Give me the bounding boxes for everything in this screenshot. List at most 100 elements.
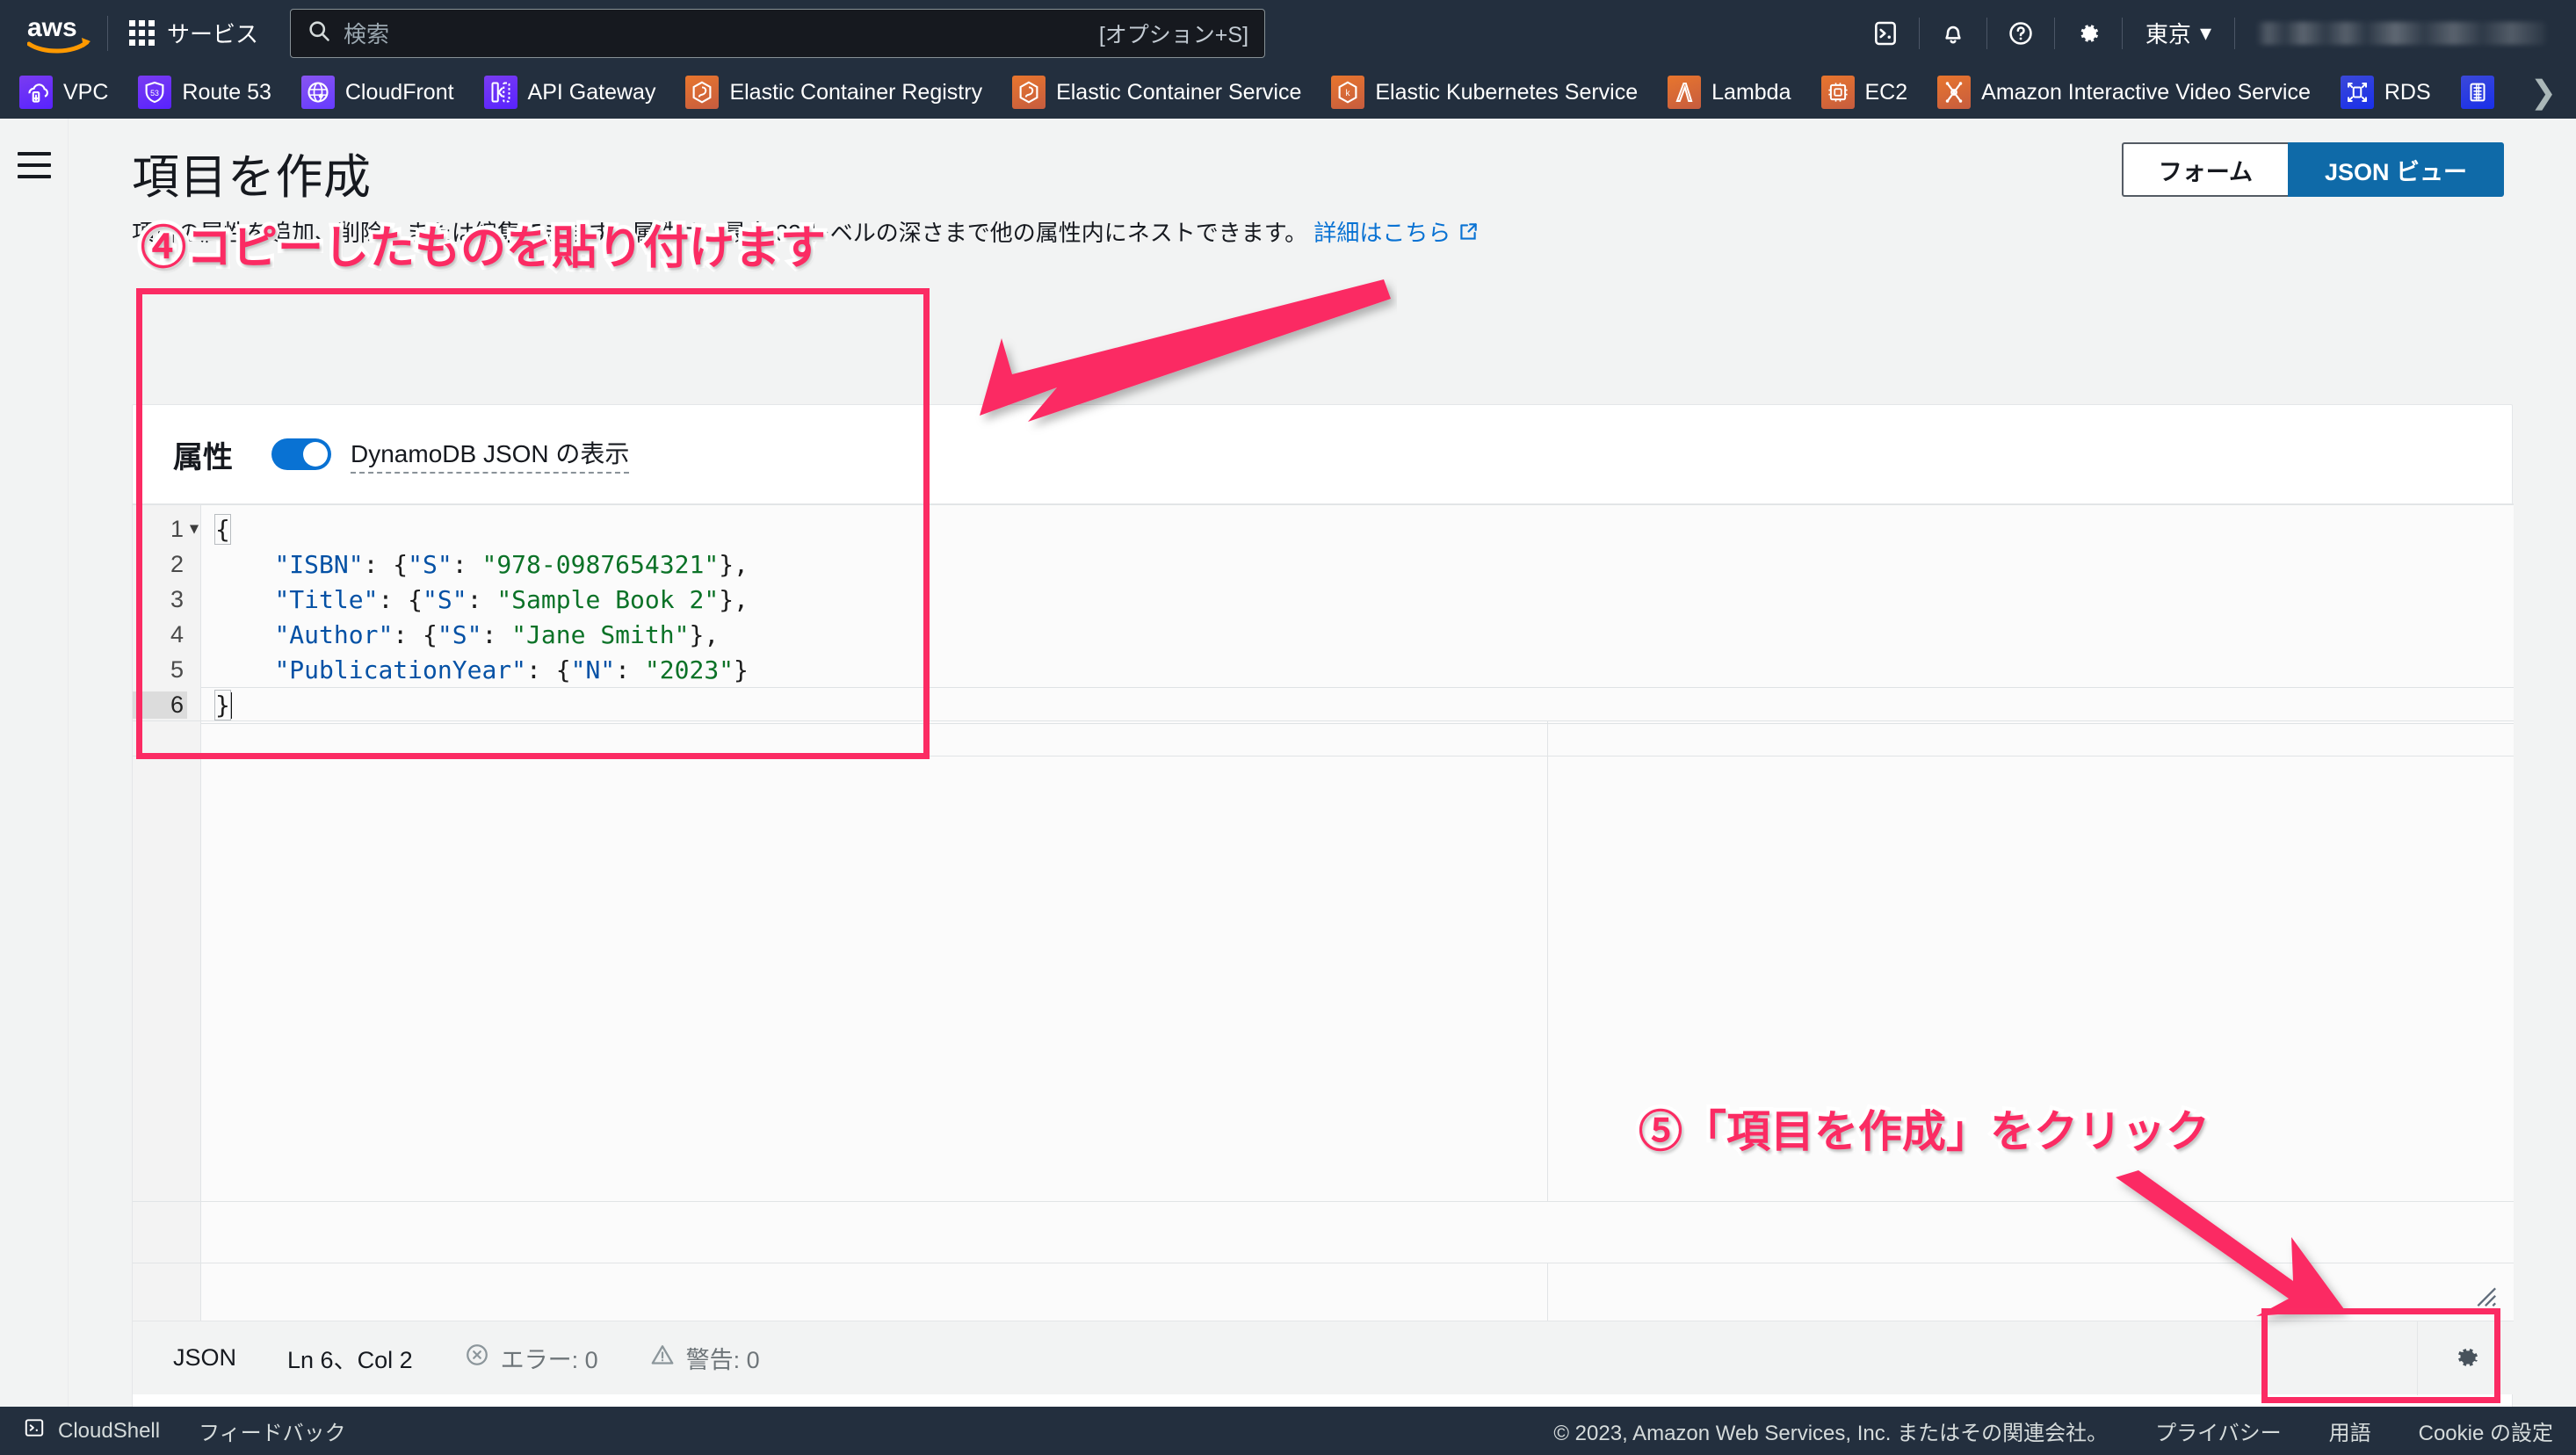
editor-line[interactable]: 2 "ISBN": {"S": "978-0987654321"}, <box>133 547 2514 582</box>
editor-rule <box>133 1201 2514 1202</box>
sidebar-collapsed <box>0 119 69 1407</box>
ecr-icon <box>685 76 720 109</box>
lambda-icon <box>1668 76 1702 109</box>
ivs-icon <box>1937 76 1972 109</box>
service-shortcut-api-gateway[interactable]: API Gateway <box>483 76 656 109</box>
service-shortcut-label: Elastic Kubernetes Service <box>1375 79 1639 105</box>
warning-icon <box>649 1342 676 1374</box>
learn-more-link[interactable]: 詳細はこちら <box>1313 220 1451 246</box>
page-title: 項目を作成 <box>132 151 372 204</box>
aws-logo[interactable]: aws <box>18 13 102 54</box>
service-shortcut-label: CloudFront <box>344 79 454 105</box>
editor-code-lines[interactable]: 1 ▼{2 "ISBN": {"S": "978-0987654321"}, 3 "… <box>133 511 2514 724</box>
cloudshell-icon[interactable] <box>1852 0 1919 66</box>
editor-rule <box>133 504 2514 505</box>
status-warnings: 警告: 0 <box>649 1341 760 1375</box>
editor-line[interactable]: 1 ▼ { <box>133 511 2514 547</box>
footer-bar: CloudShell フィードバック © 2023, Amazon Web Se… <box>0 1407 2576 1455</box>
dynamodb-json-toggle[interactable]: DynamoDB JSON の表示 <box>271 435 630 474</box>
editor-vertical-divider <box>1547 720 1548 1201</box>
service-shortcut-label: Lambda <box>1711 79 1791 105</box>
service-shortcut-elastic-container-service[interactable]: Elastic Container Service <box>1012 76 1301 109</box>
apigateway-icon <box>483 76 517 109</box>
top-navigation-bar: aws サービス 検索 [オプション+S] 東京 ▾ <box>0 0 2576 66</box>
footer-privacy-link[interactable]: プライバシー <box>2155 1415 2282 1446</box>
service-shortcut-elastic-kubernetes-service[interactable]: k Elastic Kubernetes Service <box>1331 76 1638 109</box>
editor-line[interactable]: 6} <box>133 687 2514 724</box>
page-description: 項目の属性を追加、削除、または編集できます。属性は、最大 32 レベルの深さまで… <box>132 215 1480 250</box>
editor-line[interactable]: 4 "Author": {"S": "Jane Smith"}, <box>133 617 2514 652</box>
service-shortcut-amazon-interactive-video-service[interactable]: Amazon Interactive Video Service <box>1937 76 2311 109</box>
chevron-right-icon[interactable]: ❯ <box>2530 74 2557 111</box>
waffle-grid-icon <box>129 20 155 46</box>
cloudfront-icon <box>300 76 335 109</box>
service-shortcut-rds[interactable]: RDS <box>2340 76 2431 109</box>
svg-text:k: k <box>1346 89 1351 98</box>
cloudshell-icon <box>23 1416 46 1445</box>
service-shortcut-label: Route 53 <box>182 79 271 105</box>
external-link-icon <box>1457 221 1480 250</box>
eks-icon: k <box>1331 76 1365 109</box>
footer-cloudshell-button[interactable]: CloudShell <box>23 1416 160 1445</box>
editor-line-content: "ISBN": {"S": "978-0987654321"}, <box>274 549 749 579</box>
app-root: aws サービス 検索 [オプション+S] 東京 ▾ VPC 53 Route … <box>0 0 2576 1455</box>
editor-line-content: } <box>214 689 232 720</box>
gear-icon[interactable] <box>2417 1321 2514 1395</box>
settings-icon[interactable] <box>2055 0 2122 66</box>
top-nav-right-group: 東京 ▾ <box>1852 0 2576 66</box>
service-shortcut-label: EC2 <box>1864 79 1908 105</box>
svg-text:aws: aws <box>27 13 77 42</box>
status-warnings-label: 警告: 0 <box>685 1347 760 1373</box>
footer-terms-link[interactable]: 用語 <box>2329 1415 2371 1446</box>
services-menu-button[interactable]: サービス <box>113 9 274 57</box>
error-icon <box>464 1342 490 1374</box>
service-shortcut-label: RDS <box>2384 79 2431 105</box>
editor-line[interactable]: 3 "Title": {"S": "Sample Book 2"}, <box>133 582 2514 617</box>
attributes-card-header: 属性 DynamoDB JSON の表示 <box>133 405 2512 503</box>
help-icon[interactable] <box>1987 0 2054 66</box>
service-shortcut-label: Elastic Container Registry <box>729 79 983 105</box>
service-shortcut-ec2[interactable]: EC2 <box>1820 76 1908 109</box>
status-errors-label: エラー: 0 <box>500 1347 598 1373</box>
tab-form-view[interactable]: フォーム <box>2121 142 2288 197</box>
service-shortcut-elastic-container-registry[interactable]: Elastic Container Registry <box>685 76 982 109</box>
nav-divider <box>2234 17 2235 49</box>
editor-line-content: { <box>214 513 231 545</box>
page-description-text: 項目の属性を追加、削除、または編集できます。属性は、最大 32 レベルの深さまで… <box>132 220 1308 246</box>
tab-json-view[interactable]: JSON ビュー <box>2287 142 2504 197</box>
editor-line[interactable]: 5 "PublicationYear": {"N": "2023"} <box>133 652 2514 687</box>
global-search-box[interactable]: 検索 [オプション+S] <box>290 8 1266 58</box>
toggle-switch[interactable] <box>271 438 331 470</box>
service-shortcut-vpc[interactable]: VPC <box>19 76 108 109</box>
footer-cookie-link[interactable]: Cookie の設定 <box>2419 1415 2553 1446</box>
editor-resize-handle[interactable] <box>2468 1278 2498 1308</box>
fold-arrow-icon[interactable]: ▼ <box>187 520 201 538</box>
editor-line-number: 3 <box>170 585 184 612</box>
view-mode-toggle: フォーム JSON ビュー <box>2121 142 2504 197</box>
editor-vertical-divider <box>1547 1263 1548 1321</box>
service-shortcut-cloudfront[interactable]: CloudFront <box>300 76 454 109</box>
editor-line-number: 5 <box>170 655 184 683</box>
dynamodb-json-toggle-label: DynamoDB JSON の表示 <box>351 435 630 474</box>
editor-line-number: 1 <box>170 515 184 542</box>
services-label: サービス <box>167 21 259 47</box>
service-shortcut-route-53[interactable]: 53 Route 53 <box>138 76 271 109</box>
region-label: 東京 <box>2145 21 2191 47</box>
region-selector[interactable]: 東京 ▾ <box>2123 0 2234 66</box>
nav-divider <box>107 15 108 51</box>
attributes-card: 属性 DynamoDB JSON の表示 1 ▼ {2 "ISBN": {"S": … <box>132 404 2514 1415</box>
bell-icon[interactable] <box>1920 0 1986 66</box>
json-code-editor[interactable]: 1 ▼{2 "ISBN": {"S": "978-0987654321"}, 3 "… <box>133 503 2514 1321</box>
menu-icon[interactable] <box>17 152 51 1407</box>
service-shortcut-dynamodb[interactable] <box>2460 76 2494 109</box>
status-cursor-position: Ln 6、Col 2 <box>287 1347 413 1373</box>
service-shortcut-bar: VPC 53 Route 53 CloudFront API Gateway Elasti… <box>0 66 2576 119</box>
service-shortcut-label: API Gateway <box>527 79 656 105</box>
editor-line-number: 6 <box>133 691 187 719</box>
rds-icon <box>2340 76 2374 109</box>
account-menu-redacted[interactable] <box>2256 21 2546 45</box>
editor-line-number: 2 <box>170 550 184 577</box>
footer-feedback-link[interactable]: フィードバック <box>199 1415 346 1446</box>
service-shortcut-lambda[interactable]: Lambda <box>1668 76 1791 109</box>
search-input[interactable]: 検索 <box>344 17 1087 49</box>
